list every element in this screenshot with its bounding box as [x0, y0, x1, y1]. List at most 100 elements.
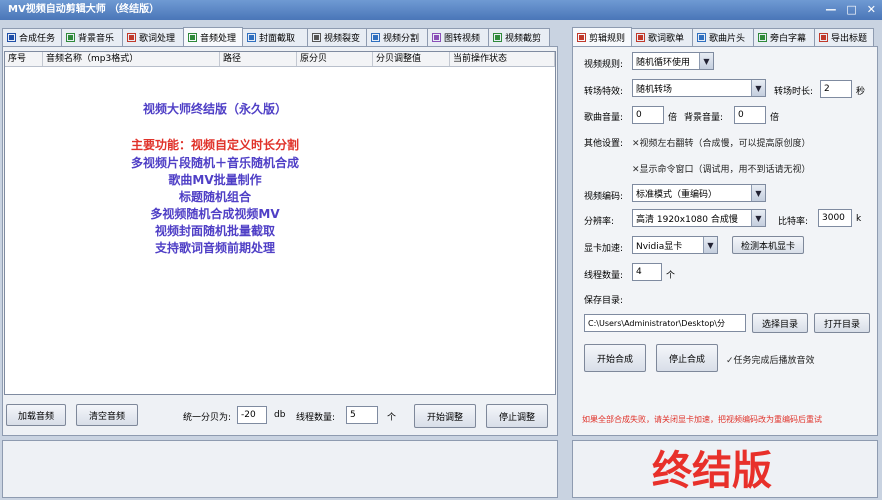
bitrate-unit: k: [856, 214, 862, 224]
warning-text: 如果全部合成失败，请关闭显卡加速，把视频编码改为重编码后重试: [582, 415, 822, 424]
tab-left-1[interactable]: 背景音乐: [61, 28, 123, 46]
flip-video-checkbox[interactable]: ✕视频左右翻转（合成慢，可以提高原创度）: [632, 136, 811, 149]
uniform-db-label: 统一分贝为:: [183, 413, 232, 423]
detect-gpu-button[interactable]: 检测本机显卡: [732, 236, 804, 254]
play-sound-label: 任务完成后播放音效: [733, 356, 815, 366]
video-icon: [312, 33, 321, 42]
minimize-button[interactable]: —: [825, 3, 836, 17]
gpu-label: 显卡加速:: [584, 244, 624, 254]
flip-video-label: 视频左右翻转（合成慢，可以提高原创度）: [639, 139, 811, 149]
tab-right-2[interactable]: 歌曲片头: [692, 28, 754, 46]
resolution-select[interactable]: 高清 1920x1080 合成慢 ▼: [632, 209, 766, 227]
subtitle-icon: [758, 33, 767, 42]
tab-right-4[interactable]: 导出标题: [814, 28, 874, 46]
tab-left-7[interactable]: 图转视频: [427, 28, 489, 46]
check-icon: ✕: [632, 139, 640, 149]
tab-left-4[interactable]: 封面截取: [242, 28, 308, 46]
uniform-db-input[interactable]: -20: [237, 406, 267, 424]
tab-label: 歌词歌单: [648, 34, 685, 44]
promo-feature: 多视频随机合成视频MV: [150, 207, 280, 221]
column-header-original-db[interactable]: 原分贝: [297, 52, 373, 66]
split-icon: [371, 33, 380, 42]
column-header-db-adjust[interactable]: 分贝调整值: [373, 52, 450, 66]
resolution-label: 分辨率:: [584, 217, 615, 227]
left-tab-bar: 合成任务 背景音乐 歌词处理 音频处理 封面截取 视频裂变 视频分割 图转视频 视频截剪: [2, 27, 550, 46]
close-button[interactable]: ✕: [867, 3, 876, 17]
lyrics-icon: [127, 33, 136, 42]
column-header-path[interactable]: 路径: [220, 52, 297, 66]
export-icon: [819, 33, 828, 42]
video-rule-value: 随机循环使用: [636, 57, 691, 68]
chevron-down-icon: ▼: [751, 210, 765, 226]
tab-left-0[interactable]: 合成任务: [2, 28, 62, 46]
play-sound-checkbox[interactable]: ✓任务完成后播放音效: [726, 353, 815, 366]
tab-label: 歌词处理: [139, 34, 176, 44]
music-icon: [66, 33, 75, 42]
threads-input[interactable]: 5: [346, 406, 378, 424]
stop-compose-button[interactable]: 停止合成: [656, 344, 718, 372]
promo-title: 视频大师终结版（永久版）: [142, 102, 287, 116]
stop-adjust-button[interactable]: 停止调整: [486, 404, 548, 428]
tab-right-0[interactable]: 剪辑规则: [572, 27, 632, 46]
column-header-audio-name[interactable]: 音频名称（mp3格式）: [43, 52, 220, 66]
promo-feature: 视频封面随机批量截取: [154, 224, 275, 238]
save-dir-input[interactable]: C:\Users\Administrator\Desktop\分: [584, 314, 746, 332]
cut-icon: [493, 33, 502, 42]
promo-feature: 歌曲MV批量制作: [168, 173, 262, 187]
transition-value: 随机转场: [636, 84, 673, 95]
open-dir-button[interactable]: 打开目录: [814, 313, 870, 333]
tab-left-6[interactable]: 视频分割: [366, 28, 428, 46]
image-icon: [697, 33, 706, 42]
maximize-button[interactable]: □: [846, 3, 856, 17]
tab-label: 剪辑规则: [589, 33, 626, 44]
tab-label: 视频分割: [383, 34, 420, 44]
load-audio-button[interactable]: 加载音频: [6, 404, 66, 426]
tab-left-8[interactable]: 视频截剪: [488, 28, 550, 46]
encoder-value: 标准模式（重编码）: [636, 189, 718, 200]
start-compose-button[interactable]: 开始合成: [584, 344, 646, 372]
column-header-status[interactable]: 当前操作状态: [450, 52, 555, 66]
song-volume-input[interactable]: 0: [632, 106, 664, 124]
play-icon: [7, 33, 16, 42]
bg-volume-input[interactable]: 0: [734, 106, 766, 124]
video-rule-label: 视频规则:: [584, 60, 624, 70]
bg-volume-unit: 倍: [770, 113, 780, 123]
tab-right-3[interactable]: 旁白字幕: [753, 28, 815, 46]
gpu-value: Nvidia显卡: [636, 241, 683, 252]
transition-select[interactable]: 随机转场 ▼: [632, 79, 766, 97]
other-settings-label: 其他设置:: [584, 139, 624, 149]
audio-icon: [188, 32, 197, 42]
resolution-value: 高清 1920x1080 合成慢: [636, 214, 738, 225]
choose-dir-button[interactable]: 选择目录: [752, 313, 808, 333]
promo-features-heading: 主要功能：视频自定义时长分割: [130, 138, 299, 152]
tab-left-3[interactable]: 音频处理: [183, 27, 243, 46]
column-header-index[interactable]: 序号: [5, 52, 43, 66]
tab-left-5[interactable]: 视频裂变: [307, 28, 367, 46]
window-title: MV视频自动剪辑大师 （终结版）: [8, 4, 160, 15]
encoder-select[interactable]: 标准模式（重编码） ▼: [632, 184, 766, 202]
audio-list[interactable]: 序号 音频名称（mp3格式） 路径 原分贝 分贝调整值 当前操作状态 视频大师终…: [4, 51, 556, 395]
encoder-label: 视频编码:: [584, 192, 624, 202]
check-icon: ✓: [726, 356, 734, 366]
clear-audio-button[interactable]: 清空音频: [76, 404, 138, 426]
tab-label: 封面截取: [259, 34, 296, 44]
image-icon: [247, 33, 256, 42]
thread-count-input[interactable]: 4: [632, 263, 662, 281]
start-adjust-button[interactable]: 开始调整: [414, 404, 476, 428]
check-icon: ✕: [632, 165, 640, 175]
tab-left-2[interactable]: 歌词处理: [122, 28, 184, 46]
video-rule-select[interactable]: 随机循环使用 ▼: [632, 52, 714, 70]
bitrate-input[interactable]: 3000: [818, 209, 852, 227]
chevron-down-icon: ▼: [751, 185, 765, 201]
chevron-down-icon: ▼: [699, 53, 713, 69]
transition-label: 转场特效:: [584, 87, 624, 97]
promo-feature: 支持歌词音频前期处理: [154, 241, 275, 255]
transition-duration-input[interactable]: 2: [820, 80, 852, 98]
song-volume-unit: 倍: [668, 113, 678, 123]
bitrate-label: 比特率:: [778, 217, 809, 227]
show-cmd-checkbox[interactable]: ✕显示命令窗口（调试用，用不到话请无视）: [632, 162, 811, 175]
tab-right-1[interactable]: 歌词歌单: [631, 28, 693, 46]
song-volume-label: 歌曲音量:: [584, 113, 624, 123]
gpu-select[interactable]: Nvidia显卡 ▼: [632, 236, 718, 254]
bg-volume-label: 背景音量:: [684, 113, 724, 123]
